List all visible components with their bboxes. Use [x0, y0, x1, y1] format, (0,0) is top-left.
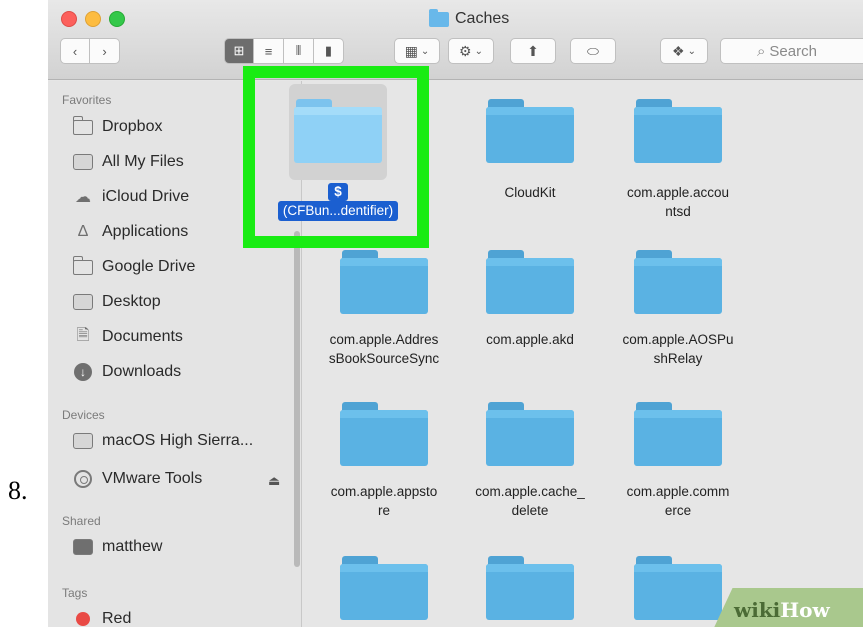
highlight-box — [243, 66, 429, 248]
folder-label: com.apple.appsto re — [330, 484, 438, 518]
folder-item[interactable]: CloudKit — [455, 99, 605, 202]
folder-label: CloudKit — [504, 185, 556, 200]
content-area: $ (CFBun...dentifier) CloudKit com.apple… — [0, 0, 863, 627]
folder-item[interactable]: com.apple.appsto re — [309, 402, 459, 520]
folder-icon — [634, 402, 722, 466]
folder-label: com.apple.accou ntsd — [626, 185, 730, 219]
folder-icon — [486, 402, 574, 466]
folder-item[interactable]: com.apple.Addres sBookSourceSync — [309, 250, 459, 368]
watermark-logo: wikiHow — [734, 598, 830, 622]
folder-item[interactable]: com.apple.AOSPu shRelay — [603, 250, 753, 368]
folder-icon — [486, 556, 574, 620]
folder-icon — [634, 99, 722, 163]
folder-item[interactable]: com.apple.comm erce — [603, 402, 753, 520]
folder-label: com.apple.Addres sBookSourceSync — [328, 332, 440, 366]
folder-item[interactable]: com.apple.accou ntsd — [603, 99, 753, 221]
folder-label: com.apple.cache_ delete — [475, 484, 585, 518]
folder-item[interactable] — [455, 556, 605, 620]
folder-label: com.apple.comm erce — [626, 484, 730, 518]
folder-icon — [340, 250, 428, 314]
folder-icon — [634, 556, 722, 620]
folder-icon — [486, 250, 574, 314]
folder-icon — [486, 99, 574, 163]
folder-item[interactable] — [309, 556, 459, 620]
folder-icon — [340, 556, 428, 620]
folder-item[interactable]: com.apple.cache_ delete — [455, 402, 605, 520]
folder-icon — [340, 402, 428, 466]
folder-icon — [634, 250, 722, 314]
folder-label: com.apple.AOSPu shRelay — [622, 332, 734, 366]
folder-item[interactable]: com.apple.akd — [455, 250, 605, 349]
folder-label: com.apple.akd — [486, 332, 574, 347]
